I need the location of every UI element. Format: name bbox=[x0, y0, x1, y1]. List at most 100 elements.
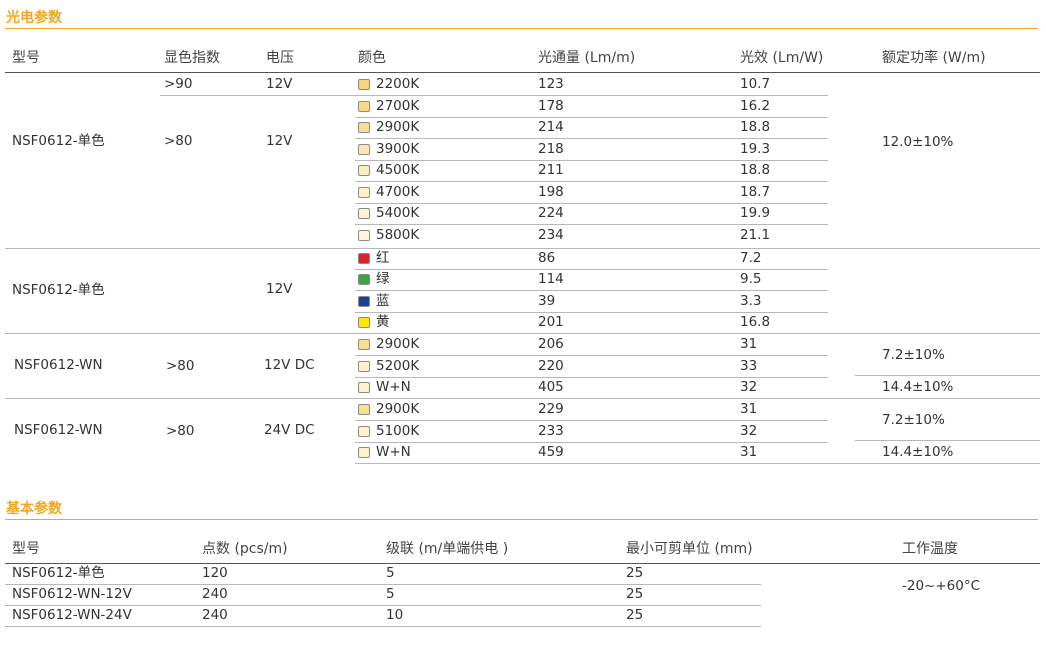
color-label: 2900K bbox=[376, 336, 420, 352]
basic-header-points: 点数 (pcs/m) bbox=[202, 541, 288, 557]
row-rule bbox=[5, 605, 761, 606]
flux-value: 201 bbox=[538, 313, 564, 330]
section-divider bbox=[5, 519, 1038, 520]
row-rule bbox=[355, 311, 828, 313]
group4-model: NSF0612-WN bbox=[14, 422, 103, 438]
row-rule bbox=[355, 355, 828, 356]
efficacy-value: 32 bbox=[740, 379, 758, 395]
flux-value: 234 bbox=[538, 226, 564, 243]
row-rule bbox=[855, 375, 1040, 376]
header-efficacy: 光效 (Lm/W) bbox=[740, 50, 824, 66]
flux-value: 224 bbox=[538, 205, 564, 221]
header-flux: 光通量 (Lm/m) bbox=[538, 50, 636, 66]
efficacy-value: 18.8 bbox=[740, 162, 771, 178]
color-label: 绿 bbox=[376, 271, 390, 288]
basic-cascade-value: 10 bbox=[386, 607, 404, 623]
efficacy-value: 18.8 bbox=[740, 119, 771, 135]
color-swatch bbox=[358, 122, 370, 133]
group2-model: NSF0612-单色 bbox=[12, 282, 105, 298]
flux-value: 233 bbox=[538, 422, 564, 439]
flux-value: 206 bbox=[538, 336, 564, 352]
group1-model: NSF0612-单色 bbox=[12, 133, 105, 149]
basic-cut-value: 25 bbox=[626, 565, 644, 581]
color-swatch bbox=[358, 165, 370, 176]
color-label: 2900K bbox=[376, 119, 420, 135]
color-swatch bbox=[358, 253, 370, 264]
row-rule bbox=[355, 138, 828, 139]
color-label: 红 bbox=[376, 250, 390, 266]
row-rule bbox=[355, 463, 1040, 464]
flux-value: 123 bbox=[538, 76, 564, 92]
color-swatch bbox=[358, 229, 370, 241]
efficacy-value: 32 bbox=[740, 422, 758, 439]
row-rule bbox=[355, 116, 828, 118]
basic-points-value: 120 bbox=[202, 565, 228, 581]
group3-voltage: 12V DC bbox=[264, 357, 315, 373]
color-swatch bbox=[358, 186, 370, 198]
basic-points-value: 240 bbox=[202, 607, 228, 623]
color-label: 2200K bbox=[376, 76, 420, 92]
efficacy-value: 7.2 bbox=[740, 250, 762, 266]
row-rule bbox=[355, 202, 828, 204]
color-label: 4700K bbox=[376, 183, 420, 200]
color-label: 4500K bbox=[376, 162, 420, 178]
efficacy-value: 3.3 bbox=[740, 292, 762, 309]
color-label: 5200K bbox=[376, 357, 420, 374]
group1-cri-a: >90 bbox=[164, 76, 193, 92]
row-rule bbox=[355, 159, 828, 161]
color-swatch bbox=[358, 274, 370, 286]
flux-value: 114 bbox=[538, 271, 564, 288]
basic-cut-value: 25 bbox=[626, 586, 644, 602]
flux-value: 220 bbox=[538, 357, 564, 374]
row-rule bbox=[355, 269, 828, 270]
section-title-basic: 基本参数 bbox=[6, 501, 62, 517]
basic-model-value: NSF0612-WN-24V bbox=[12, 607, 132, 623]
row-rule bbox=[355, 95, 828, 96]
row-rule bbox=[855, 440, 1040, 441]
color-label: 2900K bbox=[376, 401, 420, 417]
basic-cascade-value: 5 bbox=[386, 586, 395, 602]
group4-power-a: 7.2±10% bbox=[882, 412, 945, 428]
header-cri: 显色指数 bbox=[164, 50, 220, 66]
group1-cri-b: >80 bbox=[164, 133, 193, 149]
flux-value: 198 bbox=[538, 183, 564, 200]
group4-voltage: 24V DC bbox=[264, 422, 315, 438]
basic-model-value: NSF0612-WN-12V bbox=[12, 586, 132, 602]
basic-header-temp: 工作温度 bbox=[902, 541, 958, 557]
group3-model: NSF0612-WN bbox=[14, 357, 103, 373]
color-swatch bbox=[358, 208, 370, 219]
flux-value: 39 bbox=[538, 292, 556, 309]
row-rule bbox=[5, 626, 761, 627]
header-color: 颜色 bbox=[358, 50, 386, 66]
section-title-photoelectric: 光电参数 bbox=[6, 10, 62, 26]
row-rule bbox=[355, 376, 828, 378]
group4-power-b: 14.4±10% bbox=[882, 444, 954, 460]
row-rule bbox=[355, 290, 828, 292]
group-rule bbox=[5, 248, 1040, 249]
color-swatch bbox=[358, 295, 370, 307]
efficacy-value: 31 bbox=[740, 336, 758, 352]
flux-value: 178 bbox=[538, 97, 564, 114]
color-label: 3900K bbox=[376, 140, 420, 157]
group1-power: 12.0±10% bbox=[882, 134, 954, 150]
efficacy-value: 10.7 bbox=[740, 76, 771, 92]
group1-voltage-a: 12V bbox=[266, 76, 293, 92]
color-swatch bbox=[358, 339, 370, 350]
flux-value: 218 bbox=[538, 140, 564, 157]
basic-cut-value: 25 bbox=[626, 607, 644, 623]
basic-header-cascade: 级联 (m/单端供电 ) bbox=[386, 541, 509, 557]
color-label: 黄 bbox=[376, 313, 390, 330]
group2-voltage: 12V bbox=[266, 281, 293, 297]
color-label: 5100K bbox=[376, 422, 420, 439]
basic-header-model: 型号 bbox=[12, 541, 40, 557]
efficacy-value: 18.7 bbox=[740, 183, 771, 200]
group3-power-b: 14.4±10% bbox=[882, 379, 954, 395]
color-swatch bbox=[358, 382, 370, 393]
color-swatch bbox=[358, 316, 370, 328]
efficacy-value: 16.8 bbox=[740, 313, 771, 330]
row-rule bbox=[355, 181, 828, 182]
flux-value: 214 bbox=[538, 119, 564, 135]
basic-model-value: NSF0612-单色 bbox=[12, 565, 105, 581]
row-rule bbox=[5, 584, 761, 585]
header-rule bbox=[5, 563, 1040, 564]
